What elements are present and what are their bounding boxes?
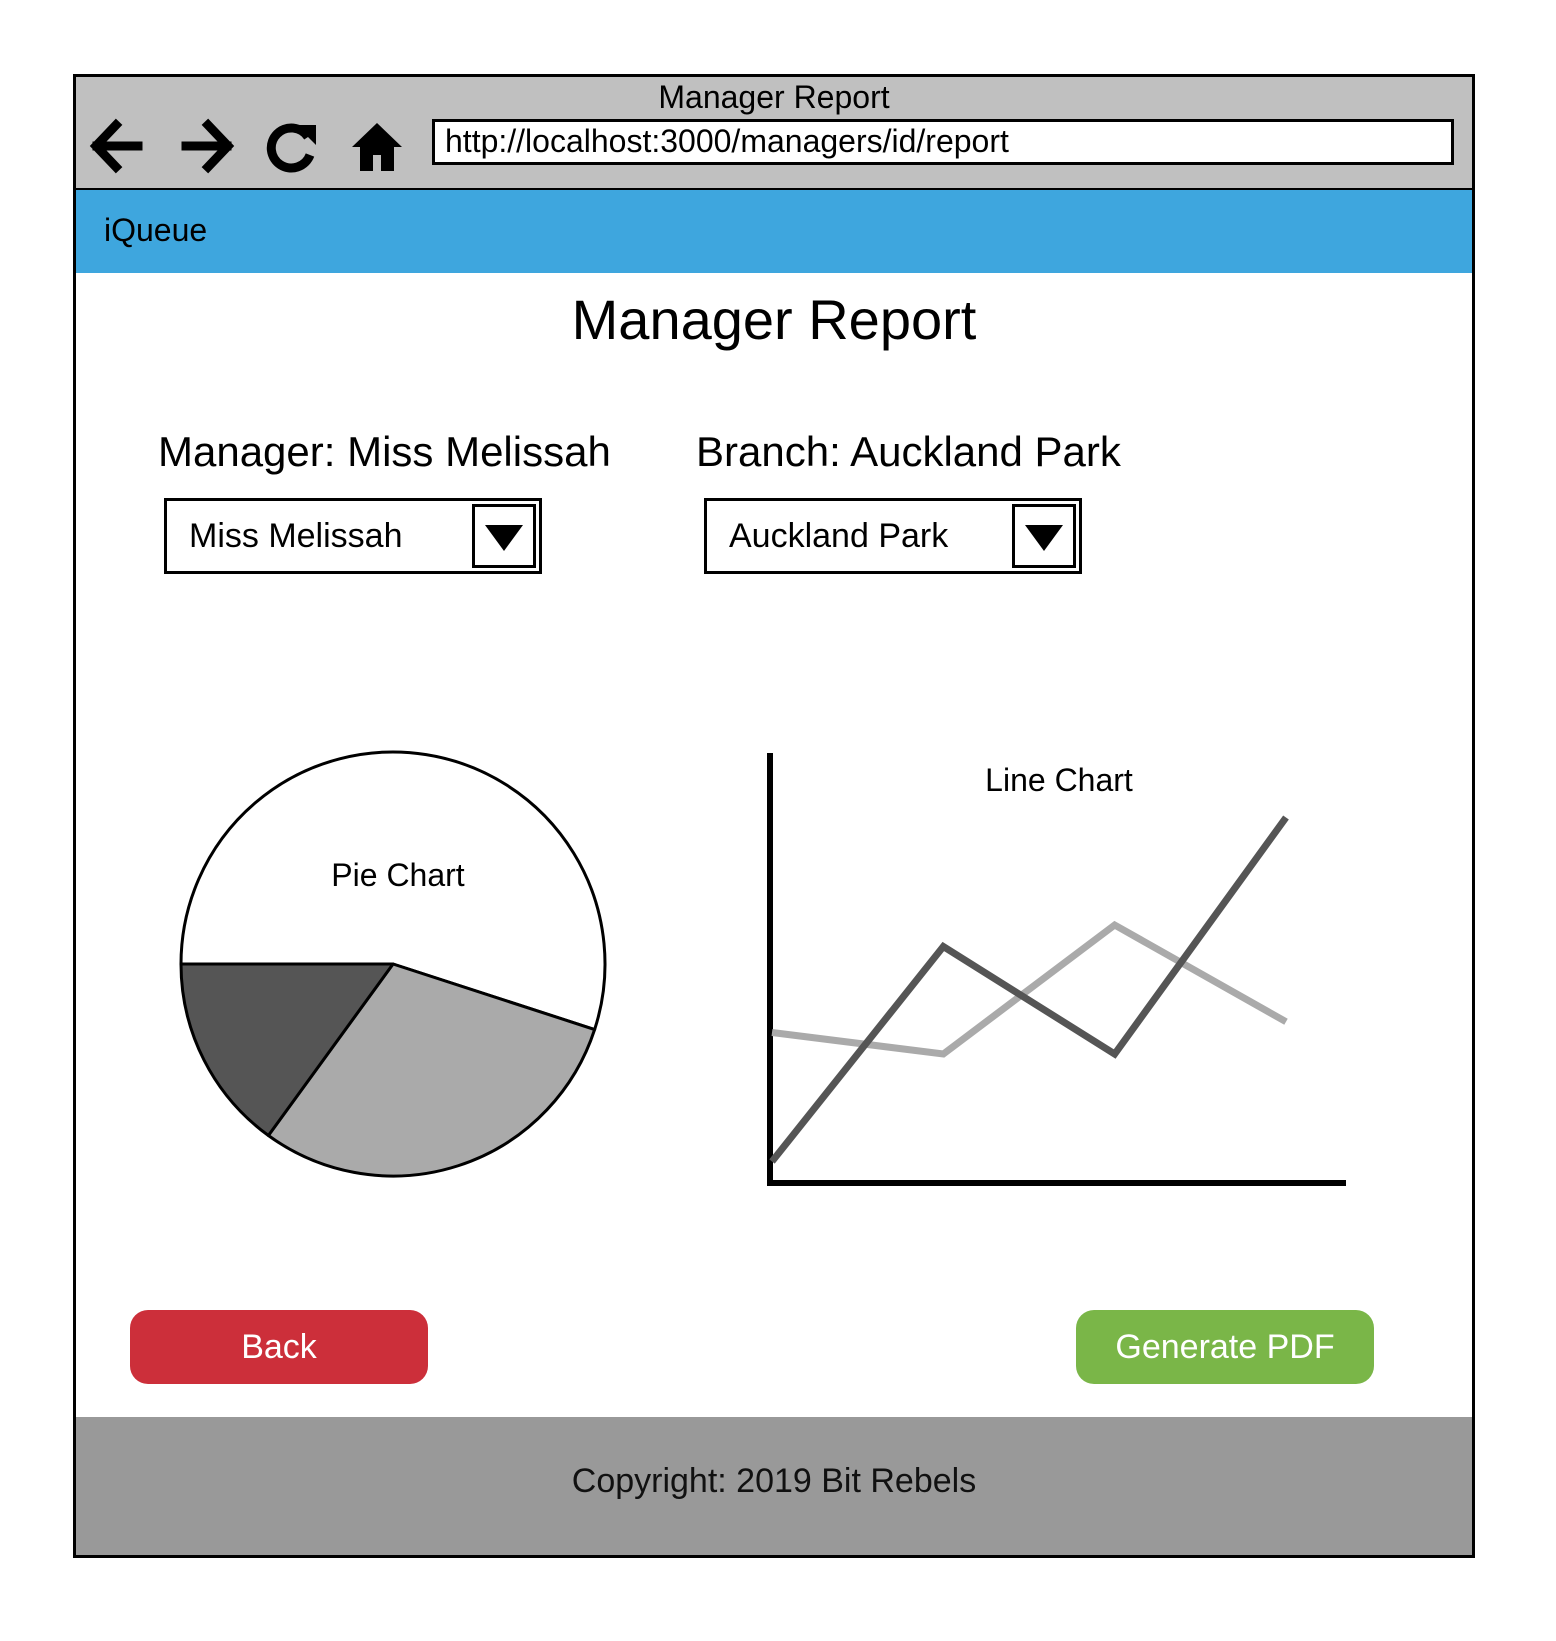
- page-title: Manager Report: [571, 288, 977, 351]
- browser-titlebar: Manager Report http://localhost:3000/man…: [76, 77, 1472, 190]
- copyright-text: Copyright: 2019 Bit Rebels: [571, 1462, 977, 1500]
- reload-icon[interactable]: [260, 115, 322, 177]
- brand-link[interactable]: iQueue: [104, 210, 207, 250]
- footer: Copyright: 2019 Bit Rebels: [76, 1417, 1472, 1555]
- back-button[interactable]: Back: [130, 1310, 428, 1384]
- dropdown-arrow-icon[interactable]: [472, 504, 536, 568]
- line-chart-title: Line Chart: [985, 762, 1133, 798]
- dropdown-arrow-icon[interactable]: [1012, 504, 1076, 568]
- pie-chart-title: Pie Chart: [331, 857, 465, 893]
- branch-select-value: Auckland Park: [729, 517, 949, 555]
- pie-chart: Pie Chart: [178, 749, 638, 1209]
- home-icon[interactable]: [346, 115, 408, 177]
- arrow-right-icon[interactable]: [176, 115, 238, 177]
- generate-pdf-button[interactable]: Generate PDF: [1076, 1310, 1374, 1384]
- line-chart-svg: Line Chart: [767, 753, 1346, 1186]
- pie-chart-svg: Pie Chart: [179, 750, 607, 1178]
- branch-label: Branch: Auckland Park: [696, 428, 1121, 475]
- manager-label: Manager: Miss Melissah: [158, 428, 611, 475]
- line-chart: Line Chart: [766, 753, 1386, 1213]
- manager-select[interactable]: Miss Melissah: [164, 498, 542, 574]
- window-title: Manager Report: [658, 79, 890, 115]
- app-navbar: iQueue: [76, 190, 1472, 273]
- branch-select[interactable]: Auckland Park: [704, 498, 1082, 574]
- url-bar[interactable]: http://localhost:3000/managers/id/report: [432, 119, 1454, 165]
- arrow-left-icon[interactable]: [86, 115, 148, 177]
- manager-select-value: Miss Melissah: [189, 517, 403, 555]
- line-series: [771, 920, 1288, 1058]
- browser-window: Manager Report http://localhost:3000/man…: [73, 74, 1475, 1558]
